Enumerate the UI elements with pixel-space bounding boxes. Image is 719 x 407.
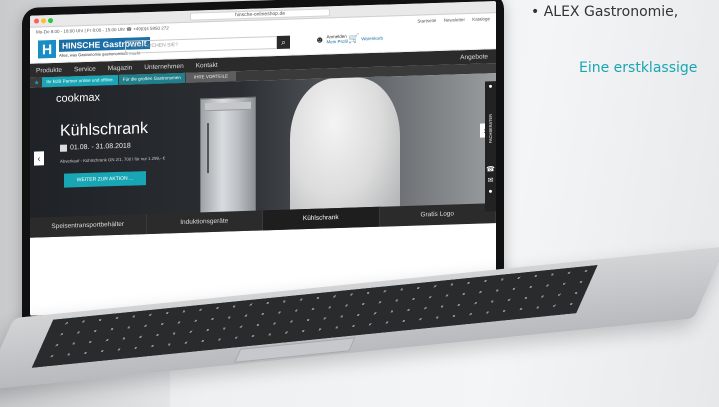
chat-icon[interactable]: ● [485,186,496,197]
laptop-screen: hinsche-onlineshop.de Mo-Do 8:00 - 18:00… [30,1,496,316]
search-button[interactable]: ⌕ [277,35,290,49]
user-icon: ☻ [315,34,325,45]
tab-speisentransportbehaelter[interactable]: Speisentransportbehälter [30,214,147,238]
nav-item-service[interactable]: Service [74,65,96,73]
nav-item-magazin[interactable]: Magazin [108,64,133,72]
nav-item-kontakt[interactable]: Kontakt [196,61,218,69]
login-button[interactable]: ☻ Anmelden Mein Profil [315,34,348,45]
top-link-kataloge[interactable]: Kataloge [472,16,490,22]
zoom-dot-icon[interactable] [48,18,53,24]
fridge-panel [205,101,251,112]
calendar-icon [60,144,67,152]
laptop: hinsche-onlineshop.de Mo-Do 8:00 - 18:00… [0,0,719,407]
hero-brand: cookmax [56,91,101,105]
top-links: Startseite Newsletter Kataloge [411,16,490,23]
nav-item-angebote[interactable]: Angebote [460,53,488,61]
cart-label: Warenkorb [361,35,384,42]
mail-icon[interactable]: ✉ [485,175,496,186]
login-labels: Anmelden Mein Profil [326,34,347,45]
star-icon: ★ [34,79,40,87]
hero-date-text: 01.08. - 31.08.2018 [70,142,131,152]
opening-hours: Mo-Do 8:00 - 18:00 Uhr | Fr 8:00 - 15:00… [36,26,125,35]
slider-tabs: Speisentransportbehälter Induktionsgerät… [30,203,496,238]
phone-icon[interactable]: ☎ [485,164,496,175]
nav-item-unternehmen[interactable]: Unternehmen [144,62,183,70]
hero-cta-button[interactable]: WEITER ZUR AKTION ... [64,171,146,188]
minimize-dot-icon[interactable] [41,18,46,24]
url-bar[interactable]: hinsche-onlineshop.de [190,8,330,21]
slider-prev-button[interactable]: ‹ [34,151,44,166]
person-icon[interactable]: ● [485,81,496,92]
close-dot-icon[interactable] [34,18,39,24]
tab-kuehlschrank[interactable]: Kühlschrank [263,206,380,231]
logo-mark: H [38,39,56,59]
side-contact-bar: ● FACHBERATER ☎ ✉ ● [485,81,496,212]
hero-date: 01.08. - 31.08.2018 [60,143,131,152]
chevron-left-icon: ‹ [37,153,41,164]
hero-title: Kühlschrank [60,120,149,140]
cart-button[interactable]: 🛒 Warenkorb [348,33,383,45]
tab-induktionsgeraete[interactable]: Induktionsgeräte [146,210,263,235]
tab-gratis-logo[interactable]: Gratis Logo [379,203,496,227]
top-link-startseite[interactable]: Startseite [417,17,436,23]
sidebar-fachberater[interactable]: FACHBERATER [485,92,496,164]
top-link-newsletter[interactable]: Newsletter [444,17,465,23]
hero-subtitle: Abverkauf - Kühlschrank GN 2/1, 700 l fü… [60,155,166,164]
login-sub-label: Mein Profil [326,38,348,45]
fridge-handle [207,123,209,174]
cart-icon: 🛒 [348,33,360,44]
search-icon: ⌕ [281,37,286,47]
hero-slider: cookmax Kühlschrank 01.08. - 31.08.2018 … [30,73,496,238]
nav-spacer [230,58,448,65]
nav-item-produkte[interactable]: Produkte [36,66,62,74]
phone-number[interactable]: +49(0)4 5950 272 [133,25,169,31]
